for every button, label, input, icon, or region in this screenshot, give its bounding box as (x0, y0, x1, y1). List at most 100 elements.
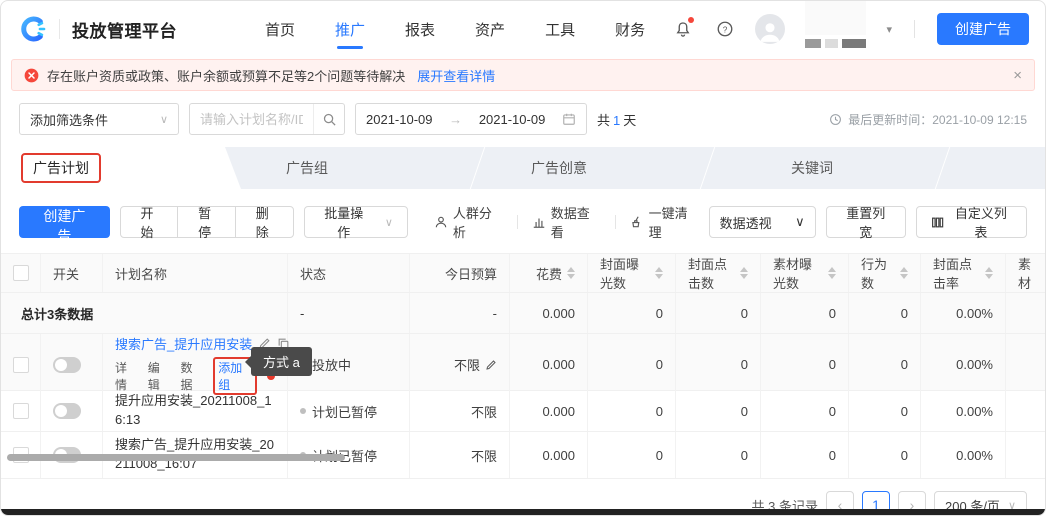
custom-columns-button[interactable]: 自定义列表 (915, 206, 1027, 240)
divider (516, 215, 518, 229)
edit-pencil-icon[interactable] (485, 359, 497, 371)
reset-column-width-button[interactable]: 重置列宽 (825, 206, 906, 240)
help-icon[interactable]: ? (713, 17, 737, 41)
alert-close-icon[interactable]: × (1013, 68, 1022, 83)
cell-cover-impressions: 0 (588, 334, 676, 395)
cell-actions: 0 (849, 391, 921, 431)
cell-cover-clicks: 0 (676, 334, 761, 395)
app-title: 投放管理平台 (72, 21, 177, 41)
col-cover-clicks[interactable]: 封面点击数 (676, 254, 761, 292)
entity-tabs: 广告计划 广告组 广告创意 关键词 (1, 147, 1045, 189)
data-view-link[interactable]: 数据查看 (532, 203, 601, 241)
cell-actions: 0 (849, 334, 921, 395)
summary-actions: 0 (849, 293, 921, 333)
tab-ad-group[interactable]: 广告组 (241, 147, 486, 189)
plan-toggle[interactable] (53, 403, 81, 419)
tool-links: 人群分析 数据查看 一键清理 (434, 203, 699, 241)
total-days: 共1天 (597, 112, 637, 128)
start-button[interactable]: 开始 (119, 206, 179, 240)
horizontal-scrollbar[interactable] (7, 454, 345, 461)
logo-divider (59, 19, 60, 39)
cell-material-impressions: 0 (761, 334, 849, 395)
budget-value: 不限 (410, 391, 510, 431)
redaction-block (842, 39, 867, 48)
table-row: 提升应用安装_20211008_16:13 计划已暂停 不限 0.000 0 0… (1, 391, 1045, 432)
plan-name-link[interactable]: 搜索广告_提升应用安装 (115, 334, 252, 353)
create-ad-top-button[interactable]: 创建广告 (937, 13, 1029, 45)
main-menu: 首页 推广 报表 资产 工具 财务 (263, 1, 647, 58)
search-icon[interactable] (313, 104, 344, 134)
status-button-group: 开始 暂停 删除 (119, 206, 294, 240)
tab-ad-plan[interactable]: 广告计划 (1, 147, 241, 189)
cell-cost: 0.000 (510, 432, 588, 478)
alert-expand-link[interactable]: 展开查看详情 (417, 66, 495, 85)
one-key-clean-link[interactable]: 一键清理 (630, 203, 699, 241)
user-name-redacted (805, 1, 867, 79)
divider (914, 20, 915, 38)
calendar-icon (562, 112, 576, 126)
edit-link[interactable]: 编辑 (148, 359, 171, 393)
date-start: 2021-10-09 (366, 111, 433, 127)
col-switch: 开关 (41, 254, 103, 292)
notification-bell-icon[interactable] (671, 17, 695, 41)
pause-button[interactable]: 暂停 (177, 206, 236, 240)
cell-cover-impressions: 0 (588, 391, 676, 431)
plan-search-box (189, 103, 345, 135)
cell-cost: 0.000 (510, 391, 588, 431)
nav-item-home[interactable]: 首页 (263, 1, 297, 58)
plan-name: 提升应用安装_20211008_16:13 (115, 393, 272, 427)
table-summary-row: 总计3条数据 - - 0.000 0 0 0 0 0.00% (1, 293, 1045, 334)
top-nav: 投放管理平台 首页 推广 报表 资产 工具 财务 ? ▾ 创建广告 (1, 1, 1045, 57)
table-row: 搜索广告_提升应用安装 详情 编辑 数据 添加组 投放中 不限 0.000 0 … (1, 334, 1045, 395)
brand-logo[interactable] (17, 14, 47, 44)
detail-link[interactable]: 详情 (115, 359, 138, 393)
col-material-impressions[interactable]: 素材曝光数 (761, 254, 849, 292)
col-cover-ctr[interactable]: 封面点击率 (921, 254, 1006, 292)
nav-item-assets[interactable]: 资产 (473, 1, 507, 58)
audience-analysis-link[interactable]: 人群分析 (434, 203, 503, 241)
cell-cover-ctr: 0.00% (921, 391, 1006, 431)
delete-button[interactable]: 删除 (234, 206, 294, 240)
date-end: 2021-10-09 (478, 111, 546, 127)
col-today-budget: 今日预算 (410, 254, 510, 292)
nav-item-tools[interactable]: 工具 (543, 1, 577, 58)
col-plan-name: 计划名称 (103, 254, 288, 292)
clock-icon (829, 113, 842, 126)
tab-ad-creative[interactable]: 广告创意 (486, 147, 716, 189)
plan-table: 开关 计划名称 状态 今日预算 花费 封面曝光数 封面点击数 素材曝光数 行为数… (1, 253, 1045, 479)
data-link[interactable]: 数据 (181, 359, 204, 393)
plan-search-input[interactable] (190, 111, 313, 127)
sort-icon (828, 267, 836, 279)
redaction-block (825, 39, 839, 48)
row-checkbox[interactable] (12, 356, 29, 373)
budget-value: 不限 (453, 358, 480, 373)
nav-item-reports[interactable]: 报表 (403, 1, 437, 58)
summary-material-impressions: 0 (761, 293, 849, 333)
add-filter-select[interactable]: 添加筛选条件 ∨ (19, 103, 179, 135)
data-pivot-select[interactable]: 数据透视 ∨ (708, 206, 816, 238)
account-caret-down-icon[interactable]: ▾ (886, 23, 892, 36)
col-actions[interactable]: 行为数 (849, 254, 921, 292)
sort-icon (655, 267, 663, 279)
redaction-block (805, 39, 822, 48)
logo-icon (17, 14, 47, 44)
tab-keywords[interactable]: 关键词 (716, 147, 951, 189)
batch-operation-select[interactable]: 批量操作 ∨ (303, 206, 408, 240)
col-cover-impressions[interactable]: 封面曝光数 (588, 254, 676, 292)
summary-cover-clicks: 0 (676, 293, 761, 333)
plan-toggle[interactable] (53, 356, 81, 373)
select-all-checkbox[interactable] (12, 265, 29, 281)
col-cost[interactable]: 花费 (510, 254, 588, 292)
user-avatar[interactable] (755, 14, 786, 44)
nav-item-promotion[interactable]: 推广 (333, 1, 367, 58)
date-range-picker[interactable]: 2021-10-09 → 2021-10-09 (355, 103, 587, 135)
bar-chart-icon (532, 215, 546, 229)
cell-cost: 0.000 (510, 334, 588, 395)
row-checkbox[interactable] (12, 403, 29, 419)
create-ad-button[interactable]: 创建广告 (19, 206, 110, 244)
summary-cost: 0.000 (510, 293, 588, 333)
nav-item-finance[interactable]: 财务 (613, 1, 647, 58)
cell-cover-clicks: 0 (676, 432, 761, 478)
tooltip-method-a: 方式 a (251, 347, 312, 376)
summary-budget: - (410, 293, 510, 333)
